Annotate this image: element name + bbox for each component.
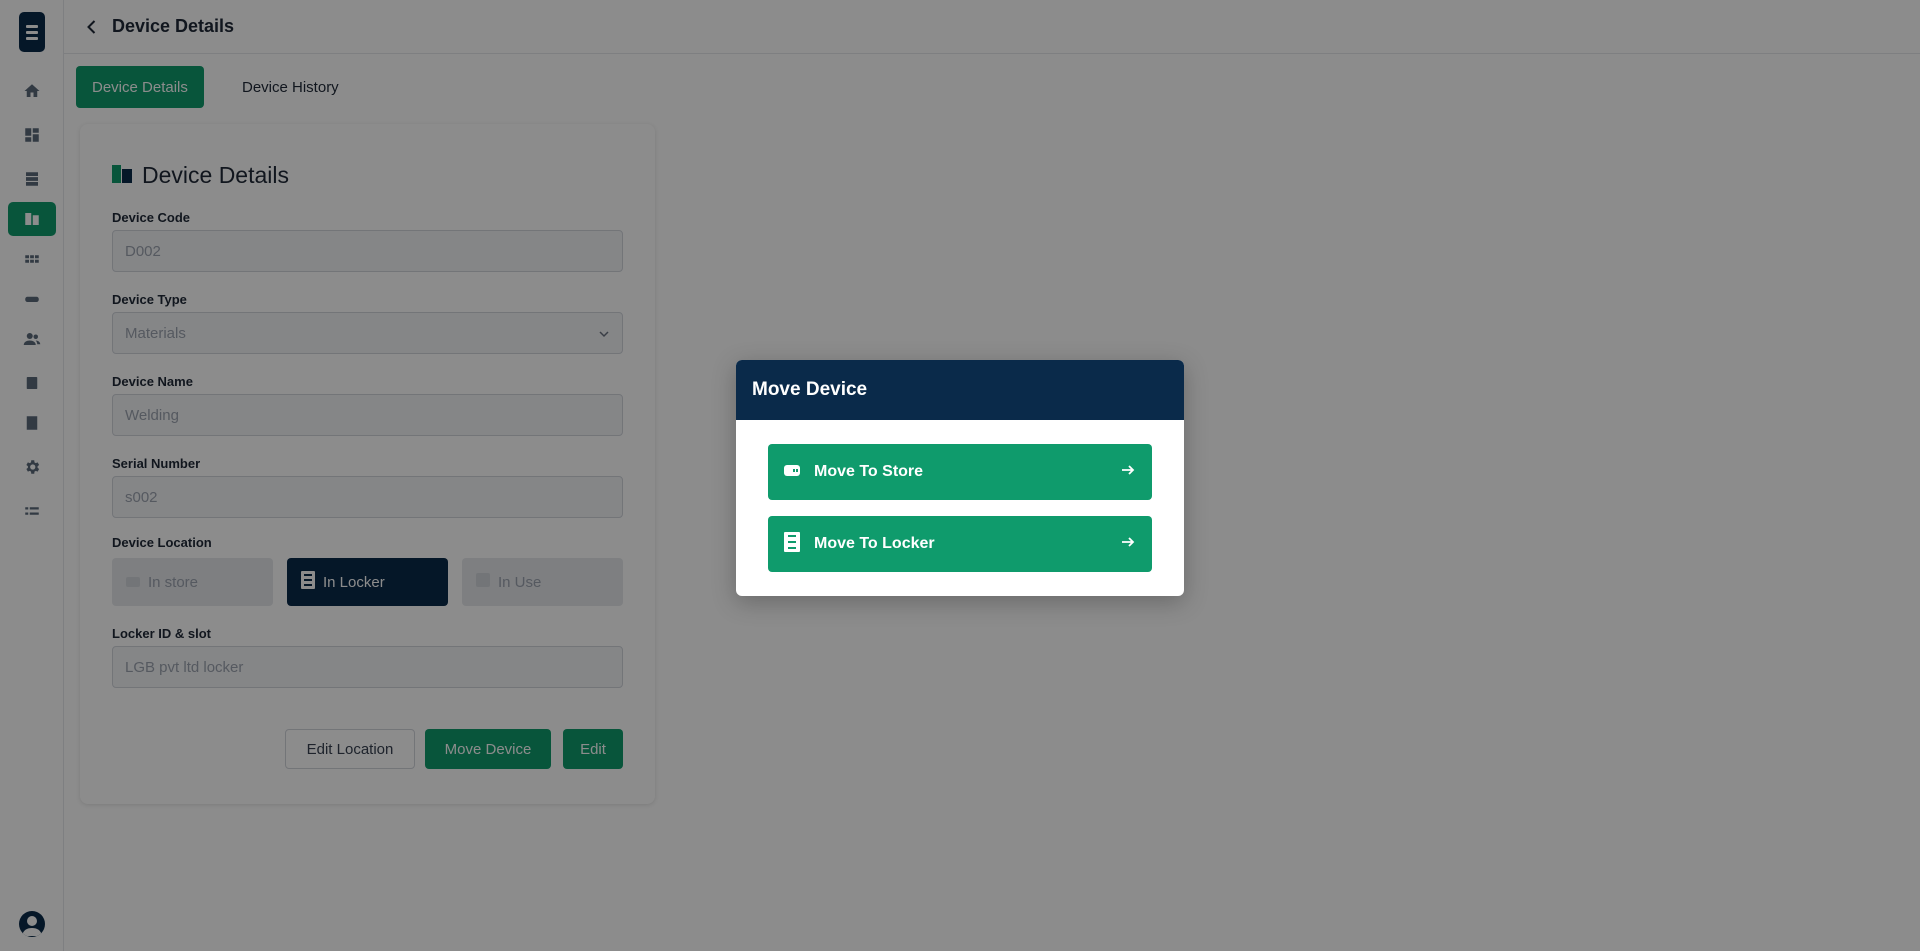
store-icon — [784, 463, 800, 481]
move-to-locker-button[interactable]: Move To Locker — [768, 516, 1152, 572]
move-device-modal: Move Device Move To Store Move To Locker — [736, 360, 1184, 596]
arrow-right-icon — [1120, 462, 1136, 483]
move-to-locker-label: Move To Locker — [814, 535, 935, 552]
locker-icon — [784, 531, 800, 557]
move-to-store-label: Move To Store — [814, 463, 924, 480]
modal-title: Move Device — [736, 360, 1184, 420]
arrow-right-icon — [1120, 534, 1136, 555]
move-to-store-button[interactable]: Move To Store — [768, 444, 1152, 500]
